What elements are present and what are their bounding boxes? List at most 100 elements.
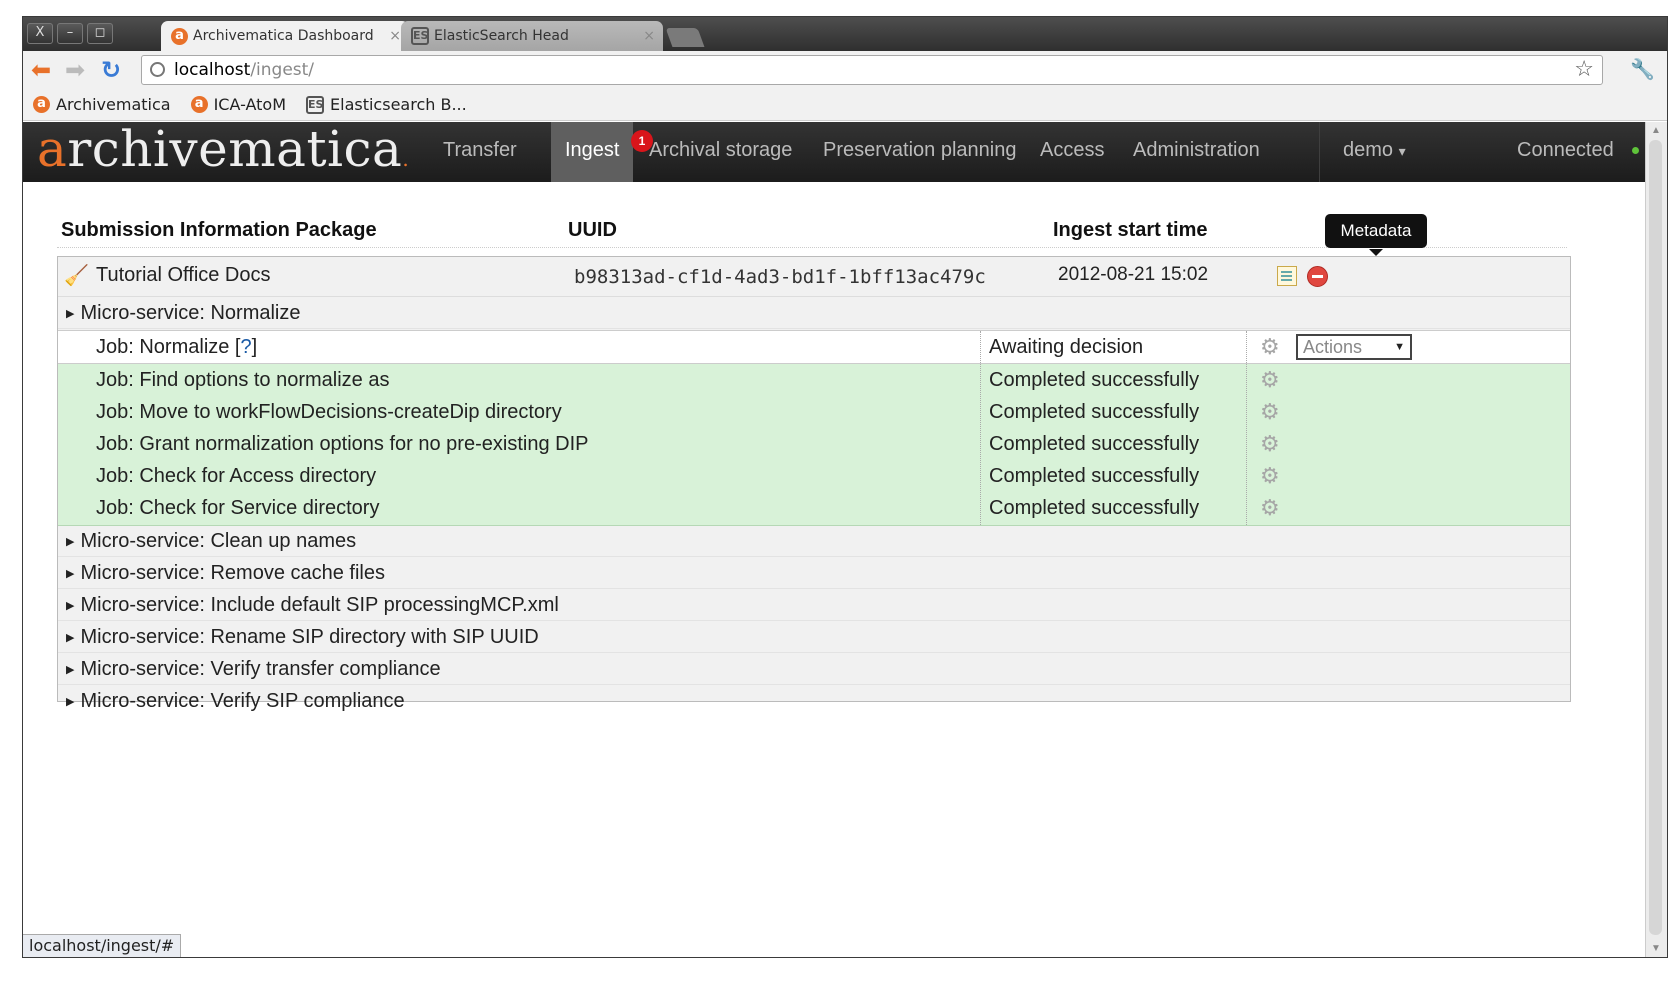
- sip-start-time: 2012-08-21 15:02: [1058, 264, 1209, 285]
- new-tab-button[interactable]: [665, 28, 705, 47]
- sip-row[interactable]: 🧹 Tutorial Office Docs b98313ad-cf1d-4ad…: [58, 257, 1570, 297]
- expand-triangle-icon: ▶: [66, 631, 75, 644]
- nav-preservation-planning[interactable]: Preservation planning: [823, 122, 1016, 182]
- sip-name: Tutorial Office Docs: [96, 264, 271, 286]
- bookmark-label: ICA-AtoM: [213, 95, 287, 114]
- gear-icon[interactable]: ⚙: [1260, 460, 1280, 493]
- microservice-row[interactable]: ▶ Micro-service: Rename SIP directory wit…: [58, 621, 1570, 653]
- scrollbar-thumb[interactable]: [1649, 140, 1662, 935]
- job-row-normalize: Job: Normalize [?] Awaiting decision ⚙ A…: [58, 330, 1570, 364]
- tab-archivematica-dashboard[interactable]: a Archivematica Dashboard ×: [161, 21, 409, 51]
- dropdown-arrow-icon: ▼: [1394, 341, 1405, 353]
- sip-uuid: b98313ad-cf1d-4ad3-bd1f-1bff13ac479c: [574, 266, 986, 288]
- window-controls: X – ◻: [27, 23, 113, 44]
- job-row: Job: Grant normalization options for no …: [58, 428, 1570, 462]
- nav-ingest[interactable]: Ingest 1: [551, 122, 653, 182]
- user-menu[interactable]: demo ▾: [1343, 122, 1406, 182]
- job-status: Completed successfully: [980, 460, 1199, 493]
- page-info-icon[interactable]: [150, 62, 165, 77]
- status-bubble-url: localhost/ingest/#: [23, 934, 182, 957]
- gear-icon[interactable]: ⚙: [1260, 492, 1280, 525]
- job-status: Completed successfully: [980, 492, 1199, 525]
- job-row: Job: Check for Service directory Complet…: [58, 492, 1570, 526]
- collapse-triangle-icon: ▶: [66, 307, 75, 320]
- job-row: Job: Find options to normalize as Comple…: [58, 364, 1570, 398]
- gear-icon[interactable]: ⚙: [1260, 331, 1280, 364]
- bookmark-ica-atom[interactable]: a ICA-AtoM: [190, 95, 287, 114]
- broom-icon: 🧹: [64, 265, 89, 287]
- tab-label: Archivematica Dashboard: [193, 28, 374, 44]
- tab-elasticsearch-head[interactable]: ES ElasticSearch Head ×: [401, 21, 663, 51]
- ica-atom-favicon-icon: a: [190, 96, 208, 113]
- url-host: localhost: [174, 60, 251, 80]
- microservice-row[interactable]: ▶ Micro-service: Include default SIP proc…: [58, 589, 1570, 621]
- bookmark-elasticsearch[interactable]: ES Elasticsearch B...: [306, 95, 467, 114]
- expand-triangle-icon: ▶: [66, 567, 75, 580]
- help-link[interactable]: ?: [241, 336, 252, 358]
- microservice-row[interactable]: ▶ Micro-service: Verify transfer complian…: [58, 653, 1570, 685]
- address-bar[interactable]: localhost/ingest/ ☆: [141, 55, 1603, 85]
- job-row: Job: Move to workFlowDecisions-createDip…: [58, 396, 1570, 430]
- metadata-tooltip: Metadata: [1325, 214, 1427, 256]
- job-status: Completed successfully: [980, 396, 1199, 429]
- microservice-row[interactable]: ▶ Micro-service: Verify SIP compliance: [58, 685, 1570, 717]
- microservice-row[interactable]: ▶ Micro-service: Remove cache files: [58, 557, 1570, 589]
- bookmark-label: Elasticsearch B...: [330, 95, 467, 114]
- browser-window: X – ◻ a Archivematica Dashboard × ES Elast…: [22, 16, 1668, 958]
- nav-administration[interactable]: Administration: [1133, 122, 1260, 182]
- expand-triangle-icon: ▶: [66, 663, 75, 676]
- job-row: Job: Check for Access directory Complete…: [58, 460, 1570, 494]
- job-status: Completed successfully: [980, 428, 1199, 461]
- tab-label: ElasticSearch Head: [434, 28, 569, 44]
- microservice-row[interactable]: ▶ Micro-service: Clean up names: [58, 525, 1570, 557]
- reload-icon[interactable]: ↻: [101, 57, 121, 83]
- title-bar: X – ◻ a Archivematica Dashboard × ES Elast…: [23, 17, 1667, 51]
- nav-divider: [1319, 122, 1320, 182]
- sip-package: 🧹 Tutorial Office Docs b98313ad-cf1d-4ad…: [57, 256, 1571, 712]
- scroll-up-icon[interactable]: ▲: [1651, 125, 1661, 136]
- archivematica-favicon-icon: a: [33, 96, 50, 113]
- gear-icon[interactable]: ⚙: [1260, 428, 1280, 461]
- column-header-uuid: UUID: [568, 219, 617, 241]
- job-status: Awaiting decision: [980, 331, 1143, 363]
- url-path: /ingest/: [250, 60, 315, 80]
- tab-close-icon[interactable]: ×: [389, 21, 401, 51]
- gear-icon[interactable]: ⚙: [1260, 396, 1280, 429]
- elasticsearch-favicon-icon: ES: [411, 27, 429, 45]
- app-navbar: archivematica. Transfer Ingest 1 Archiva…: [23, 122, 1646, 182]
- column-header-start-time: Ingest start time: [1053, 219, 1208, 241]
- archivematica-logo[interactable]: archivematica.: [37, 122, 409, 178]
- restore-window-button[interactable]: ◻: [87, 23, 113, 44]
- connected-indicator-icon: [1631, 147, 1639, 155]
- expand-triangle-icon: ▶: [66, 599, 75, 612]
- scroll-down-icon[interactable]: ▼: [1651, 943, 1661, 954]
- expand-triangle-icon: ▶: [66, 535, 75, 548]
- job-status: Completed successfully: [980, 364, 1199, 397]
- page-viewport: archivematica. Transfer Ingest 1 Archiva…: [23, 122, 1646, 957]
- gear-icon[interactable]: ⚙: [1260, 364, 1280, 397]
- bookmark-label: Archivematica: [56, 95, 171, 114]
- archivematica-favicon-icon: a: [171, 27, 188, 45]
- remove-icon[interactable]: [1307, 266, 1328, 287]
- tab-close-icon[interactable]: ×: [643, 21, 655, 51]
- vertical-scrollbar[interactable]: ▲ ▼: [1645, 122, 1667, 957]
- metadata-edit-icon[interactable]: [1277, 266, 1297, 286]
- bookmark-archivematica[interactable]: a Archivematica: [33, 95, 171, 114]
- bookmark-star-icon[interactable]: ☆: [1574, 56, 1594, 84]
- forward-arrow-icon[interactable]: ➡: [65, 57, 85, 83]
- close-window-button[interactable]: X: [27, 23, 53, 44]
- actions-select[interactable]: Actions ▼: [1296, 334, 1412, 360]
- browser-toolbar: ⬅ ➡ ↻ localhost/ingest/ ☆ 🔧: [23, 51, 1667, 89]
- column-header-sip: Submission Information Package: [61, 219, 377, 241]
- nav-transfer[interactable]: Transfer: [443, 122, 517, 182]
- microservice-normalize[interactable]: ▶ Micro-service: Normalize: [58, 297, 1570, 329]
- bookmarks-bar: a Archivematica a ICA-AtoM ES Elasticsea…: [23, 89, 1667, 121]
- expand-triangle-icon: ▶: [66, 695, 75, 708]
- nav-access[interactable]: Access: [1040, 122, 1104, 182]
- nav-archival-storage[interactable]: Archival storage: [649, 122, 792, 182]
- wrench-menu-icon[interactable]: 🔧: [1630, 57, 1655, 81]
- minimize-window-button[interactable]: –: [57, 23, 83, 44]
- back-arrow-icon[interactable]: ⬅: [31, 57, 51, 83]
- elasticsearch-favicon-icon: ES: [306, 95, 325, 114]
- connection-status: Connected: [1517, 122, 1639, 182]
